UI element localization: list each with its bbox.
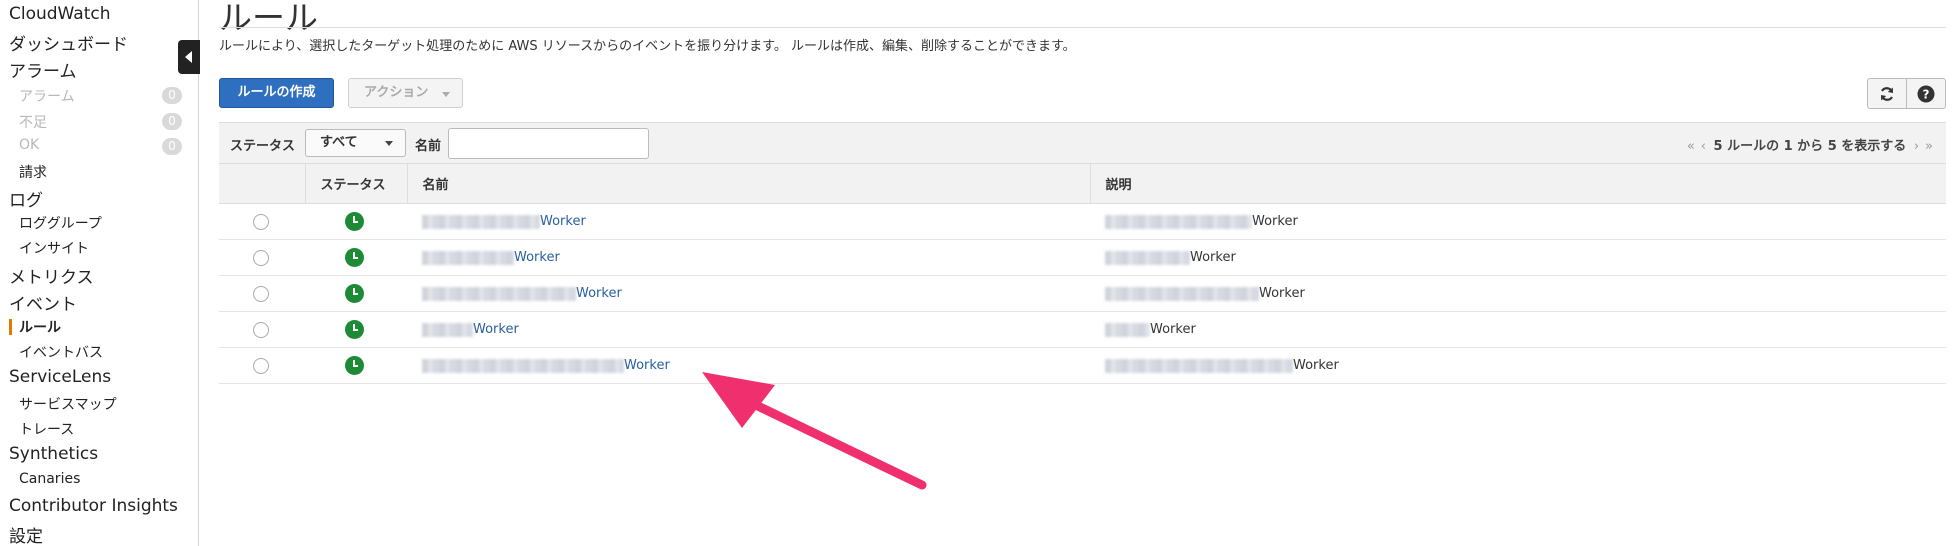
status-filter-value: すべて	[320, 135, 358, 150]
name-column-header[interactable]: 名前	[406, 163, 1090, 204]
help-icon: ?	[1917, 85, 1935, 103]
status-column-header[interactable]: ステータス	[304, 163, 407, 204]
rule-description: Worker	[1150, 322, 1196, 337]
table-row[interactable]: Worker Worker	[219, 275, 1946, 312]
sidebar-item-alarms[interactable]: アラーム	[9, 57, 77, 82]
table-row[interactable]: Worker Worker	[219, 311, 1946, 348]
ok-count-badge: 0	[162, 138, 182, 155]
pagination-summary: 5 ルールの 1 から 5 を表示する	[1713, 139, 1907, 154]
rule-description: Worker	[1252, 214, 1298, 229]
sidebar-item-servicelens[interactable]: ServiceLens	[9, 367, 111, 387]
sidebar: CloudWatch ダッシュボード アラーム アラーム 0 不足 0 OK 0…	[0, 0, 199, 546]
rules-table: ステータス 名前 説明 Worker Worker Worker Worker …	[219, 163, 1946, 384]
rule-name-link[interactable]: Worker	[540, 214, 586, 229]
redacted-text	[1105, 358, 1293, 373]
enabled-status-icon	[345, 248, 364, 267]
row-select-radio[interactable]	[253, 249, 269, 266]
redacted-text	[422, 286, 576, 301]
sidebar-item-insights[interactable]: インサイト	[19, 238, 89, 258]
sidebar-item-canaries[interactable]: Canaries	[19, 471, 80, 487]
page-description: ルールにより、選択したターゲット処理のために AWS リソースからのイベントを振…	[219, 39, 1076, 54]
description-column-header[interactable]: 説明	[1089, 163, 1946, 204]
row-select-radio[interactable]	[253, 321, 269, 338]
first-page-icon[interactable]: «	[1687, 139, 1695, 154]
status-filter-label: ステータス	[230, 139, 296, 154]
redacted-text	[422, 250, 514, 265]
sidebar-item-service-map[interactable]: サービスマップ	[19, 394, 117, 414]
svg-text:?: ?	[1923, 88, 1930, 102]
sidebar-item-metrics[interactable]: メトリクス	[9, 263, 94, 288]
sidebar-item-settings[interactable]: 設定	[9, 522, 43, 546]
table-header-row: ステータス 名前 説明	[219, 163, 1946, 204]
row-select-radio[interactable]	[253, 213, 269, 230]
sidebar-item-synthetics[interactable]: Synthetics	[9, 444, 98, 464]
pagination: « ‹ 5 ルールの 1 から 5 を表示する › »	[1684, 135, 1936, 154]
filter-bar: ステータス すべて 名前 « ‹ 5 ルールの 1 から 5 を表示する › »	[219, 122, 1946, 163]
sidebar-item-cloudwatch[interactable]: CloudWatch	[9, 4, 111, 24]
create-rule-button[interactable]: ルールの作成	[219, 78, 334, 108]
title-divider	[219, 27, 1946, 28]
actions-label: アクション	[364, 85, 429, 100]
redacted-text	[1105, 250, 1190, 265]
insufficient-count-badge: 0	[162, 113, 182, 130]
alarm-count-badge: 0	[162, 87, 182, 104]
name-filter-label: 名前	[415, 139, 442, 154]
sidebar-item-logs[interactable]: ログ	[9, 186, 43, 211]
sidebar-item-billing[interactable]: 請求	[19, 162, 47, 182]
enabled-status-icon	[345, 320, 364, 339]
active-marker	[9, 319, 12, 335]
rule-name-link[interactable]: Worker	[624, 358, 670, 373]
rule-name-link[interactable]: Worker	[473, 322, 519, 337]
sidebar-item-rules[interactable]: ルール	[19, 317, 61, 337]
sidebar-item-ok[interactable]: OK	[19, 137, 39, 153]
select-column-header	[219, 163, 305, 204]
actions-dropdown[interactable]: アクション	[348, 78, 463, 108]
enabled-status-icon	[345, 212, 364, 231]
refresh-button[interactable]	[1867, 78, 1907, 109]
table-row[interactable]: Worker Worker	[219, 347, 1946, 384]
rule-description: Worker	[1259, 286, 1305, 301]
refresh-icon	[1880, 87, 1894, 101]
caret-down-icon	[442, 92, 450, 97]
redacted-text	[1105, 322, 1150, 337]
rule-name-link[interactable]: Worker	[576, 286, 622, 301]
redacted-text	[422, 322, 473, 337]
collapse-left-icon[interactable]	[178, 40, 200, 74]
last-page-icon[interactable]: »	[1925, 139, 1933, 154]
sidebar-item-contributor-insights[interactable]: Contributor Insights	[9, 496, 178, 516]
previous-page-icon[interactable]: ‹	[1701, 139, 1706, 154]
sidebar-item-log-groups[interactable]: ロググループ	[19, 213, 102, 233]
enabled-status-icon	[345, 284, 364, 303]
sidebar-item-alarm-state[interactable]: アラーム	[19, 86, 75, 106]
redacted-text	[422, 214, 540, 229]
redacted-text	[1105, 214, 1252, 229]
sidebar-item-traces[interactable]: トレース	[19, 419, 74, 439]
sidebar-item-event-bus[interactable]: イベントバス	[19, 342, 103, 362]
enabled-status-icon	[345, 356, 364, 375]
row-select-radio[interactable]	[253, 357, 269, 374]
status-filter-select[interactable]: すべて	[305, 129, 406, 157]
rule-name-link[interactable]: Worker	[514, 250, 560, 265]
sidebar-item-dashboard[interactable]: ダッシュボード	[9, 30, 128, 55]
sidebar-item-insufficient[interactable]: 不足	[19, 112, 47, 132]
sidebar-item-events[interactable]: イベント	[9, 290, 77, 315]
table-row[interactable]: Worker Worker	[219, 203, 1946, 240]
help-button[interactable]: ?	[1906, 78, 1946, 109]
redacted-text	[422, 358, 624, 373]
name-filter-input[interactable]	[448, 128, 649, 159]
rule-description: Worker	[1293, 358, 1339, 373]
redacted-text	[1105, 286, 1259, 301]
row-select-radio[interactable]	[253, 285, 269, 302]
table-row[interactable]: Worker Worker	[219, 239, 1946, 276]
page-title: ルール	[219, 0, 318, 37]
caret-down-icon	[385, 141, 393, 146]
rule-description: Worker	[1190, 250, 1236, 265]
next-page-icon[interactable]: ›	[1914, 139, 1919, 154]
